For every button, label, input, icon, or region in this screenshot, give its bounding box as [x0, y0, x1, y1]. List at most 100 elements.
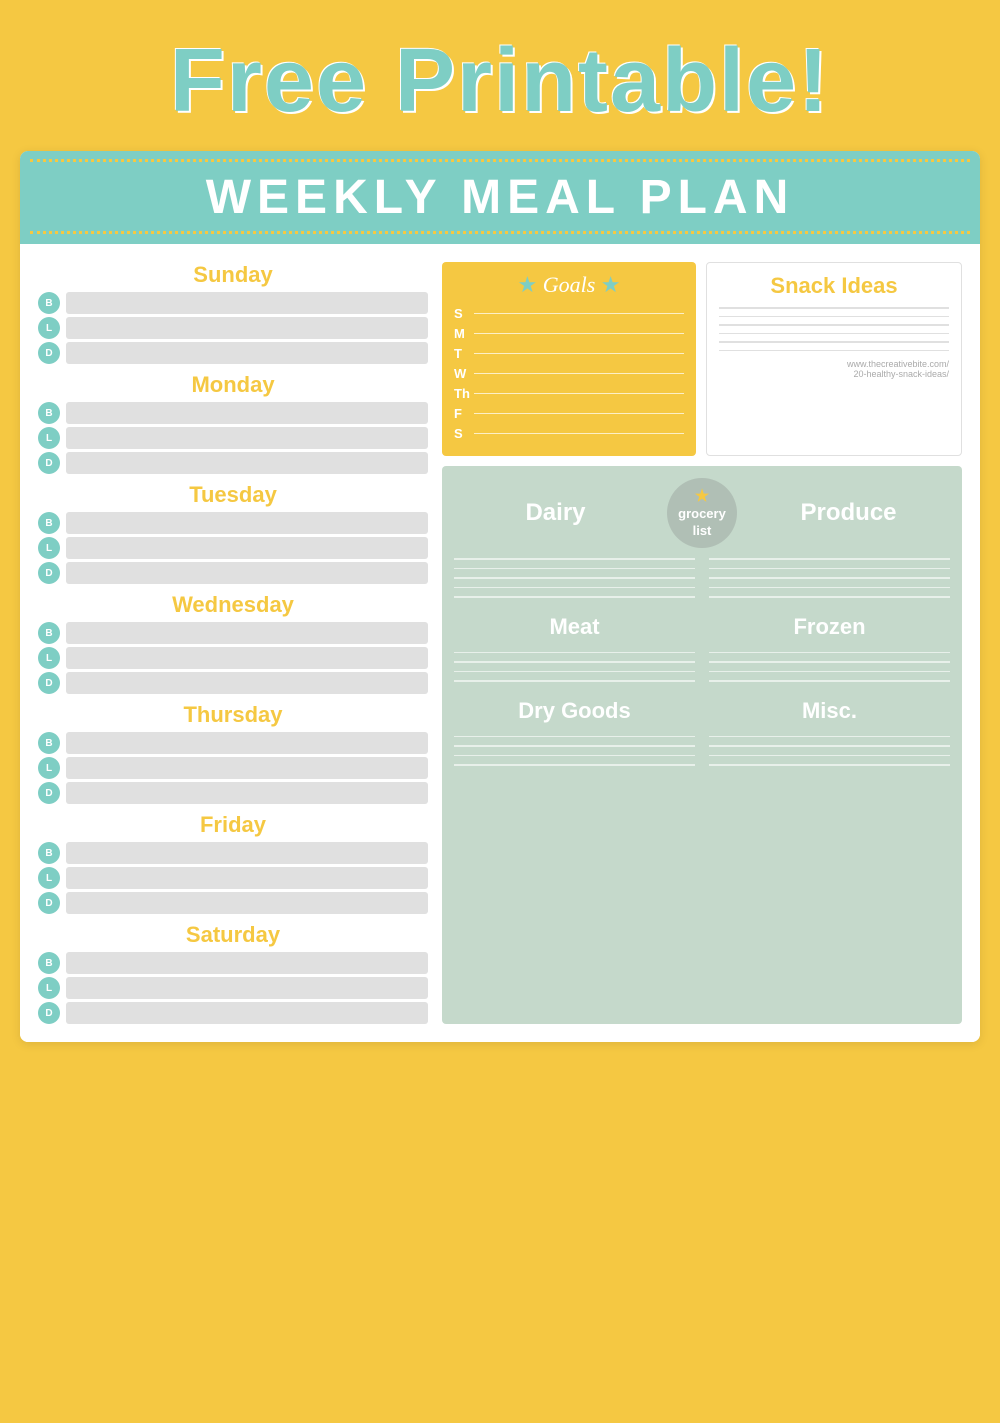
- grocery-input-line[interactable]: [454, 745, 695, 747]
- meal-input-line[interactable]: [66, 317, 428, 339]
- snack-input-line[interactable]: [719, 341, 949, 343]
- grocery-input-line[interactable]: [454, 568, 695, 570]
- day-name-thursday: Thursday: [38, 702, 428, 728]
- right-column: ★ Goals ★ SMTWThFS Snack Ideas www.thecr…: [442, 262, 962, 1024]
- misc-lines: [709, 736, 950, 766]
- meal-badge-b: B: [38, 842, 60, 864]
- meal-badge-d: D: [38, 892, 60, 914]
- grocery-input-line[interactable]: [709, 755, 950, 757]
- meat-lines: [454, 652, 695, 682]
- grocery-input-line[interactable]: [454, 652, 695, 654]
- meal-rows-thursday: BLD: [38, 732, 428, 804]
- page-wrapper: Free Printable! WEEKLY MEAL PLAN Sunday B…: [20, 20, 980, 1042]
- day-name-sunday: Sunday: [38, 262, 428, 288]
- goals-row: Th: [454, 386, 684, 401]
- meal-badge-d: D: [38, 562, 60, 584]
- meal-input-line[interactable]: [66, 512, 428, 534]
- meal-badge-d: D: [38, 672, 60, 694]
- meal-badge-b: B: [38, 402, 60, 424]
- grocery-input-line[interactable]: [709, 680, 950, 682]
- frozen-lines: [709, 652, 950, 682]
- meal-row: L: [38, 317, 428, 339]
- snack-input-line[interactable]: [719, 350, 949, 352]
- meal-row: D: [38, 1002, 428, 1024]
- snack-input-line[interactable]: [719, 324, 949, 326]
- snack-input-line[interactable]: [719, 316, 949, 318]
- grocery-input-line[interactable]: [454, 596, 695, 598]
- goals-input-line[interactable]: [474, 353, 684, 355]
- grocery-input-line[interactable]: [709, 764, 950, 766]
- grocery-input-line[interactable]: [454, 577, 695, 579]
- meal-input-line[interactable]: [66, 867, 428, 889]
- dotted-bottom: [30, 231, 970, 234]
- grocery-input-line[interactable]: [709, 577, 950, 579]
- meal-input-line[interactable]: [66, 452, 428, 474]
- grocery-input-line[interactable]: [709, 661, 950, 663]
- grocery-input-line[interactable]: [709, 652, 950, 654]
- meal-input-line[interactable]: [66, 672, 428, 694]
- meal-row: B: [38, 622, 428, 644]
- left-column: SundayBLDMondayBLDTuesdayBLDWednesdayBLD…: [38, 262, 428, 1024]
- grocery-input-line[interactable]: [709, 568, 950, 570]
- top-right: ★ Goals ★ SMTWThFS Snack Ideas www.thecr…: [442, 262, 962, 456]
- weekly-title: WEEKLY MEAL PLAN: [20, 162, 980, 231]
- meal-input-line[interactable]: [66, 782, 428, 804]
- snack-input-line[interactable]: [719, 333, 949, 335]
- meal-input-line[interactable]: [66, 892, 428, 914]
- meal-input-line[interactable]: [66, 952, 428, 974]
- goals-day-letter: S: [454, 426, 468, 441]
- meal-input-line[interactable]: [66, 977, 428, 999]
- snack-input-line[interactable]: [719, 307, 949, 309]
- grocery-input-line[interactable]: [709, 558, 950, 560]
- goals-row: T: [454, 346, 684, 361]
- meal-input-line[interactable]: [66, 537, 428, 559]
- grocery-input-line[interactable]: [454, 587, 695, 589]
- grocery-input-line[interactable]: [709, 671, 950, 673]
- meal-input-line[interactable]: [66, 757, 428, 779]
- grocery-input-line[interactable]: [454, 661, 695, 663]
- grocery-input-line[interactable]: [454, 764, 695, 766]
- meal-input-line[interactable]: [66, 402, 428, 424]
- grocery-input-line[interactable]: [709, 745, 950, 747]
- meal-input-line[interactable]: [66, 842, 428, 864]
- goals-input-line[interactable]: [474, 413, 684, 415]
- meal-row: D: [38, 892, 428, 914]
- day-name-saturday: Saturday: [38, 922, 428, 948]
- meal-row: D: [38, 672, 428, 694]
- grocery-input-line[interactable]: [709, 596, 950, 598]
- goals-input-line[interactable]: [474, 393, 684, 395]
- meal-badge-l: L: [38, 537, 60, 559]
- goals-input-line[interactable]: [474, 333, 684, 335]
- meal-input-line[interactable]: [66, 647, 428, 669]
- grocery-input-line[interactable]: [454, 755, 695, 757]
- grocery-input-line[interactable]: [454, 680, 695, 682]
- grocery-badge: ★ grocerylist: [667, 478, 737, 548]
- meal-badge-d: D: [38, 452, 60, 474]
- grocery-top-row: Dairy ★ grocerylist Produce: [454, 478, 950, 548]
- meal-input-line[interactable]: [66, 342, 428, 364]
- goals-input-line[interactable]: [474, 373, 684, 375]
- meal-row: D: [38, 452, 428, 474]
- goals-input-line[interactable]: [474, 433, 684, 435]
- meal-rows-friday: BLD: [38, 842, 428, 914]
- meal-input-line[interactable]: [66, 622, 428, 644]
- grocery-input-line[interactable]: [709, 736, 950, 738]
- page-title: Free Printable!: [20, 20, 980, 133]
- goals-input-line[interactable]: [474, 313, 684, 315]
- meal-input-line[interactable]: [66, 292, 428, 314]
- star-icon-right: ★: [601, 272, 621, 297]
- meal-input-line[interactable]: [66, 732, 428, 754]
- badge-text: grocerylist: [678, 506, 726, 540]
- meal-badge-l: L: [38, 867, 60, 889]
- grocery-input-line[interactable]: [454, 671, 695, 673]
- main-card: WEEKLY MEAL PLAN SundayBLDMondayBLDTuesd…: [20, 151, 980, 1042]
- meal-input-line[interactable]: [66, 1002, 428, 1024]
- grocery-input-line[interactable]: [454, 736, 695, 738]
- grocery-input-line[interactable]: [454, 558, 695, 560]
- produce-label: Produce: [747, 499, 950, 527]
- meal-input-line[interactable]: [66, 427, 428, 449]
- grocery-input-line[interactable]: [709, 587, 950, 589]
- meal-input-line[interactable]: [66, 562, 428, 584]
- meal-row: L: [38, 537, 428, 559]
- meal-badge-l: L: [38, 977, 60, 999]
